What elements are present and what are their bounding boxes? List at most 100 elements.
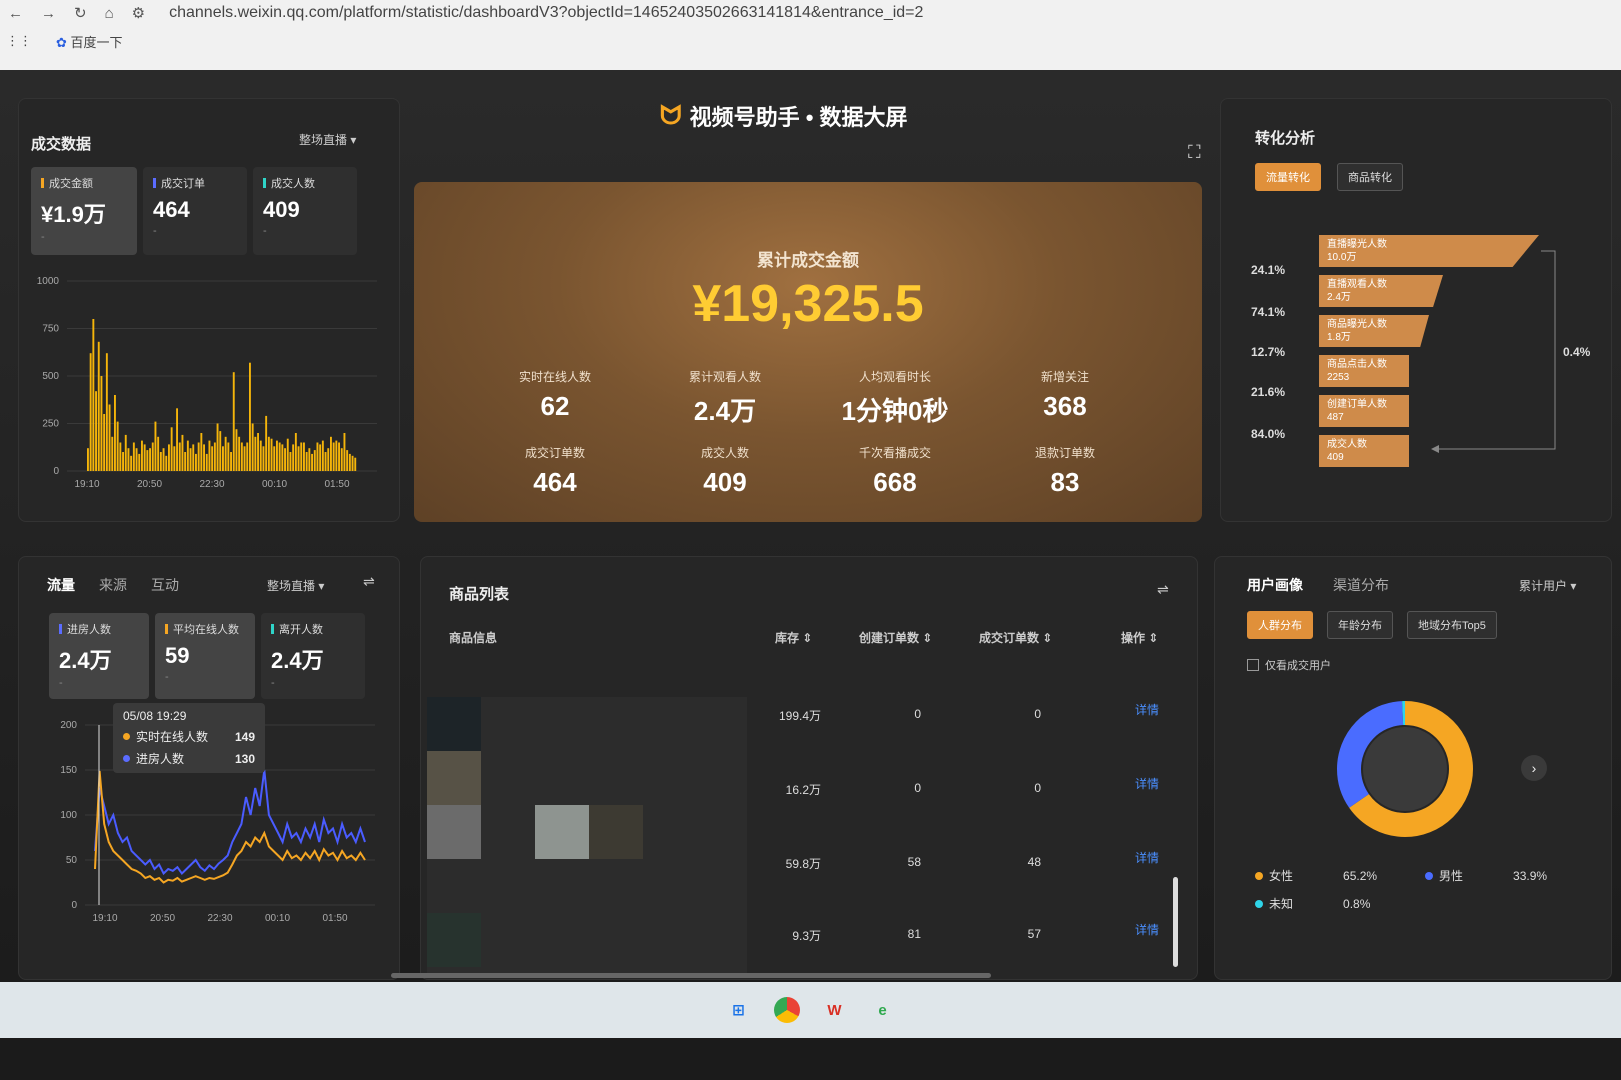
sales-bar — [151, 442, 154, 471]
stat-total-viewers: 累计观看人数 2.4万 — [688, 370, 761, 426]
product-image — [427, 697, 481, 751]
traffic-range-dropdown[interactable]: 整场直播 ▾ — [267, 577, 324, 594]
stat-online-now: 实时在线人数 62 — [518, 370, 591, 421]
table-scrollbar[interactable] — [1173, 877, 1178, 967]
settings-icon[interactable]: ⇌ — [363, 573, 375, 590]
sales-bar — [227, 442, 230, 471]
windows-start-icon[interactable]: ⊞ — [726, 997, 752, 1023]
kpi-sales-amount[interactable]: 成交金额 ¥1.9万 - — [31, 167, 137, 255]
kpi-color-mark — [165, 624, 168, 634]
sales-bar — [278, 442, 281, 471]
traffic-panel: 流量 来源 互动 整场直播 ▾ ⇌ 进房人数 2.4万 - 平均在线人数 59 … — [18, 556, 400, 980]
filter-icon[interactable]: ⇌ — [1157, 581, 1169, 598]
x-tick-label: 00:10 — [262, 479, 287, 490]
tab-traffic[interactable]: 流量 — [47, 575, 75, 595]
sales-range-dropdown[interactable]: 整场直播 ▾ — [299, 131, 356, 148]
reload-icon[interactable]: ↻ — [74, 4, 87, 22]
apps-icon[interactable]: ⋮⋮ — [6, 33, 32, 49]
legend-female: 女性 65.2% — [1255, 867, 1377, 884]
sales-bar — [165, 455, 168, 471]
col-stock[interactable]: 库存 ⇕ — [775, 629, 812, 646]
y-tick-label: 500 — [42, 371, 59, 382]
tab-age[interactable]: 年龄分布 — [1327, 611, 1393, 639]
edge-icon[interactable]: e — [870, 997, 896, 1023]
y-tick-label: 200 — [60, 720, 77, 731]
conversion-panel: 转化分析 流量转化 商品转化 直播曝光人数 10.0万 直播观看人数 2.4万 商品… — [1220, 98, 1612, 522]
tab-channel-distribution[interactable]: 渠道分布 — [1333, 575, 1389, 595]
sales-title: 成交数据 — [31, 136, 92, 153]
sales-bar — [157, 436, 160, 471]
forward-icon[interactable]: → — [41, 5, 56, 22]
sales-bar — [154, 421, 157, 471]
series-line — [94, 770, 366, 884]
tab-user-portrait[interactable]: 用户画像 — [1247, 575, 1303, 595]
sales-bar — [316, 442, 319, 471]
detail-link[interactable]: 详情 — [1135, 701, 1159, 718]
only-buyers-checkbox[interactable]: 仅看成交用户 — [1247, 657, 1331, 673]
sales-bar — [184, 452, 187, 471]
sales-bar — [173, 446, 176, 471]
site-info-icon[interactable]: ⚙ — [132, 4, 145, 22]
sales-bar — [208, 440, 211, 471]
chrome-icon[interactable] — [773, 997, 800, 1023]
tab-interaction[interactable]: 互动 — [151, 575, 179, 595]
sales-bar — [303, 442, 305, 471]
sales-bar — [251, 423, 254, 471]
sales-bar — [297, 446, 300, 471]
y-tick-label: 250 — [42, 419, 59, 430]
detail-link[interactable]: 详情 — [1135, 849, 1159, 866]
col-action[interactable]: 操作 ⇕ — [1121, 629, 1158, 646]
sales-bar — [246, 442, 249, 471]
y-tick-label: 0 — [53, 466, 59, 477]
x-tick-label: 22:30 — [207, 913, 232, 924]
horizontal-scrollbar[interactable] — [391, 973, 991, 978]
col-created-orders[interactable]: 创建订单数 ⇕ — [859, 629, 932, 646]
col-product-info: 商品信息 — [449, 631, 498, 645]
sales-bar — [95, 391, 97, 471]
kpi-avg-online[interactable]: 平均在线人数 59 - — [155, 613, 255, 699]
tab-region[interactable]: 地域分布Top5 — [1407, 611, 1497, 639]
sales-bar — [200, 433, 203, 471]
sales-bar — [235, 429, 238, 471]
sales-bar — [159, 452, 162, 471]
sales-bar — [176, 408, 178, 471]
sales-bar — [87, 448, 89, 471]
sales-bar — [243, 446, 246, 471]
col-deal-orders[interactable]: 成交订单数 ⇕ — [979, 629, 1052, 646]
sales-bar — [122, 452, 124, 471]
sales-bar — [162, 448, 165, 471]
sales-bar — [311, 453, 313, 471]
checkbox-box[interactable] — [1247, 659, 1259, 671]
y-tick-label: 0 — [71, 900, 77, 911]
logo-icon: ᗢ — [660, 100, 682, 130]
tab-source[interactable]: 来源 — [99, 575, 127, 595]
back-icon[interactable]: ← — [8, 5, 23, 22]
next-arrow-icon[interactable]: › — [1521, 755, 1547, 781]
x-tick-label: 01:50 — [324, 479, 349, 490]
sales-bar — [330, 436, 332, 471]
fullscreen-icon[interactable]: ⛶ — [1188, 142, 1201, 163]
wps-icon[interactable]: W — [822, 997, 848, 1023]
kpi-leaves[interactable]: 离开人数 2.4万 - — [261, 613, 365, 699]
kpi-entries[interactable]: 进房人数 2.4万 - — [49, 613, 149, 699]
home-icon[interactable]: ⌂ — [105, 5, 114, 22]
bookmarks-bar: ⋮⋮ ✿ 百度一下 — [0, 26, 1621, 56]
product-list-title: 商品列表 — [449, 586, 510, 603]
sales-bar — [105, 353, 108, 471]
portrait-range-dropdown[interactable]: 累计用户 ▾ — [1519, 577, 1576, 594]
tab-crowd[interactable]: 人群分布 — [1247, 611, 1313, 639]
kpi-sales-buyers[interactable]: 成交人数 409 - — [253, 167, 357, 255]
chart-tooltip: 05/08 19:29 实时在线人数 149 进房人数 130 — [113, 703, 265, 773]
x-tick-label: 20:50 — [137, 479, 162, 490]
product-image — [535, 805, 589, 859]
sales-bar — [240, 442, 243, 471]
sales-bar — [270, 438, 273, 471]
sales-bar — [216, 423, 219, 471]
product-image — [427, 751, 481, 805]
sales-bar — [335, 440, 338, 471]
detail-link[interactable]: 详情 — [1135, 921, 1159, 938]
address-bar[interactable]: channels.weixin.qq.com/platform/statisti… — [169, 4, 923, 22]
bookmark-baidu[interactable]: ✿ 百度一下 — [56, 32, 123, 51]
detail-link[interactable]: 详情 — [1135, 775, 1159, 792]
kpi-sales-orders[interactable]: 成交订单 464 - — [143, 167, 247, 255]
